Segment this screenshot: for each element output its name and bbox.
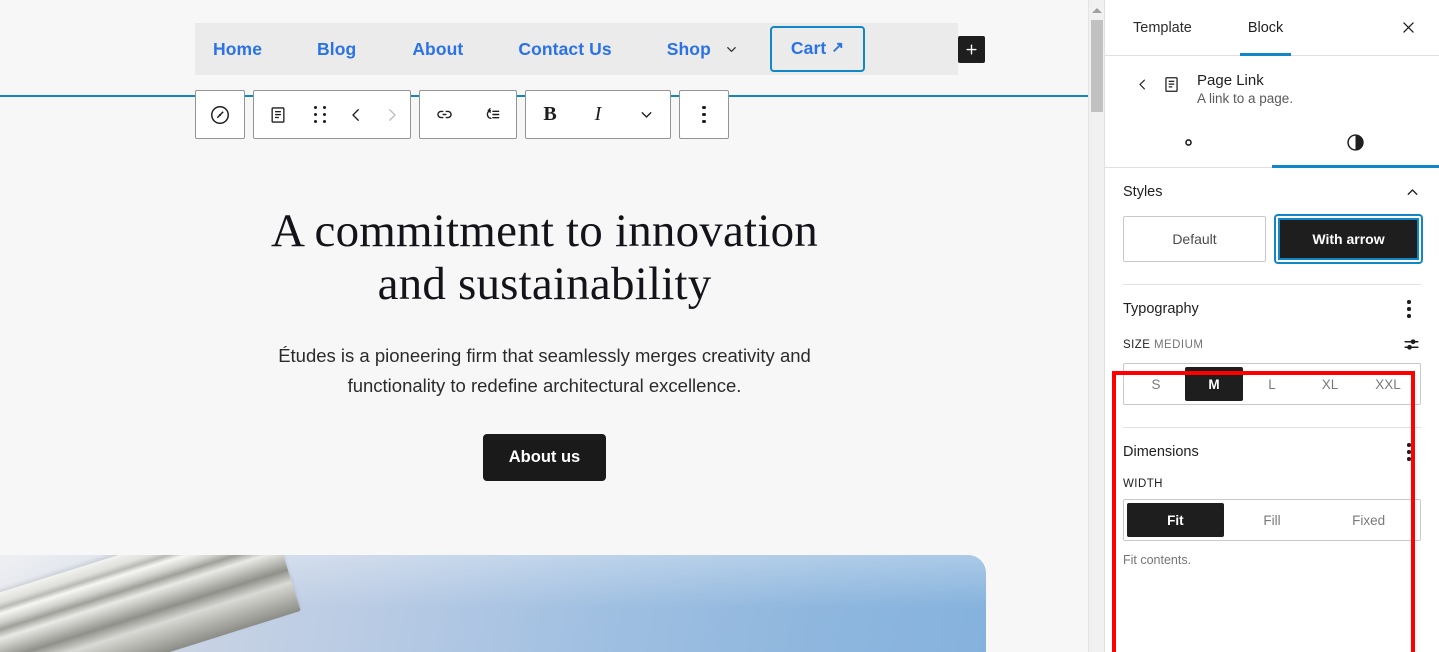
font-size-option-l[interactable]: L	[1243, 367, 1301, 401]
gear-icon	[1178, 132, 1199, 156]
tab-template[interactable]: Template	[1125, 0, 1200, 55]
bold-icon[interactable]: B	[526, 91, 574, 138]
move-left-icon[interactable]	[338, 91, 374, 138]
styles-section: Styles Default With arrow	[1105, 168, 1439, 284]
nav-link-about[interactable]: About	[412, 39, 463, 60]
about-us-button[interactable]: About us	[482, 434, 607, 482]
triangle-up-icon	[1092, 7, 1102, 13]
site-navigation-block[interactable]: Home Blog About Contact Us Shop Cart ↗	[195, 23, 958, 75]
toolbar-group-format: B I	[525, 90, 671, 139]
font-size-label-text: SIZE	[1123, 338, 1151, 351]
nav-link-cart[interactable]: Cart ↗	[769, 26, 865, 72]
tab-settings[interactable]	[1105, 120, 1272, 167]
bold-label: B	[543, 103, 557, 125]
typography-section-title: Typography	[1123, 301, 1199, 317]
page-link-icon	[1159, 72, 1183, 96]
style-variations: Default With arrow	[1123, 216, 1421, 284]
inspector-tab-bar	[1105, 120, 1439, 168]
kebab-glyph	[1407, 300, 1411, 318]
block-name: Page Link	[1197, 72, 1264, 89]
styles-panel-body: Styles Default With arrow Typography SIZ…	[1105, 168, 1439, 652]
styles-section-title: Styles	[1123, 184, 1163, 200]
tab-block[interactable]: Block	[1239, 0, 1292, 56]
font-size-value: MEDIUM	[1154, 338, 1204, 351]
toolbar-group-options	[679, 90, 729, 139]
italic-label: I	[594, 103, 602, 125]
scrollbar-thumb[interactable]	[1091, 20, 1103, 112]
nav-list: Home Blog About Contact Us Shop Cart ↗	[195, 23, 865, 75]
block-card: Page Link A link to a page.	[1105, 56, 1439, 120]
nav-link-contact-us[interactable]: Contact Us	[518, 39, 611, 60]
width-segmented-control[interactable]: Fit Fill Fixed	[1123, 499, 1421, 541]
nav-link-shop-label: Shop	[666, 38, 711, 59]
italic-icon[interactable]: I	[574, 91, 622, 138]
sidebar-tab-bar: Template Block	[1105, 0, 1439, 56]
drag-dots-icon[interactable]	[302, 91, 338, 138]
block-appender-button[interactable]	[958, 36, 985, 63]
drag-dots-glyph	[313, 106, 327, 123]
scrollbar-up-arrow[interactable]	[1089, 3, 1104, 17]
link-icon[interactable]	[420, 91, 468, 138]
nav-link-blog[interactable]: Blog	[317, 39, 356, 60]
font-size-option-xl[interactable]: XL	[1301, 367, 1359, 401]
width-label-row: WIDTH	[1123, 478, 1421, 490]
inspector-sidebar: Template Block Page Link A link to a pag…	[1104, 0, 1439, 652]
toolbar-group-parent	[195, 90, 245, 139]
add-submenu-icon[interactable]	[468, 91, 516, 138]
canvas-content: Home Blog About Contact Us Shop Cart ↗ B…	[0, 0, 1104, 652]
slider-settings-icon[interactable]	[1402, 335, 1421, 354]
dimensions-section: Dimensions WIDTH Fit Fill Fixed Fit cont…	[1105, 428, 1439, 583]
kebab-glyph	[1407, 443, 1411, 461]
styles-section-header[interactable]: Styles	[1123, 168, 1421, 216]
page-title: A commitment to innovation and sustainab…	[271, 205, 818, 310]
tab-styles[interactable]	[1272, 120, 1439, 168]
compass-icon[interactable]	[196, 91, 244, 138]
width-option-fit[interactable]: Fit	[1127, 503, 1224, 537]
nav-link-home[interactable]: Home	[213, 39, 262, 60]
dimensions-options-kebab-icon[interactable]	[1397, 440, 1421, 464]
chevron-up-icon[interactable]	[1404, 184, 1421, 201]
hero-section: A commitment to innovation and sustainab…	[0, 130, 1089, 482]
nav-link-shop[interactable]: Shop	[667, 39, 739, 60]
style-variation-with-arrow[interactable]: With arrow	[1276, 216, 1421, 262]
close-icon[interactable]	[1391, 11, 1425, 45]
arrow-up-right-icon: ↗	[831, 39, 844, 56]
font-size-option-xxl[interactable]: XXL	[1359, 367, 1417, 401]
kebab-glyph	[702, 105, 706, 124]
chevron-down-icon[interactable]	[622, 91, 670, 138]
nav-link-cart-label: Cart	[790, 38, 827, 58]
chevron-down-icon	[724, 42, 739, 57]
dimensions-section-title: Dimensions	[1123, 444, 1199, 460]
font-size-label: SIZE MEDIUM	[1123, 339, 1203, 351]
font-size-segmented-control[interactable]: S M L XL XXL	[1123, 363, 1421, 405]
move-right-icon	[374, 91, 410, 138]
font-size-label-row: SIZE MEDIUM	[1123, 335, 1421, 354]
editor-canvas[interactable]: Home Blog About Contact Us Shop Cart ↗ B…	[0, 0, 1104, 652]
hero-subtitle: Études is a pioneering firm that seamles…	[278, 345, 811, 397]
toolbar-group-block	[253, 90, 411, 139]
font-size-option-m[interactable]: M	[1185, 367, 1243, 401]
page-link-icon[interactable]	[254, 91, 302, 138]
hero-image	[0, 555, 986, 652]
typography-options-kebab-icon[interactable]	[1397, 297, 1421, 321]
canvas-scrollbar[interactable]	[1088, 0, 1104, 652]
block-meta: Page Link A link to a page.	[1197, 72, 1293, 108]
style-variation-default[interactable]: Default	[1123, 216, 1266, 262]
contrast-icon	[1345, 132, 1366, 156]
typography-section-header: Typography	[1123, 285, 1421, 333]
width-option-fill[interactable]: Fill	[1224, 503, 1321, 537]
width-label: WIDTH	[1123, 478, 1163, 490]
kebab-icon[interactable]	[680, 91, 728, 138]
block-toolbar[interactable]: B I	[195, 90, 729, 139]
chevron-left-icon[interactable]	[1131, 73, 1153, 95]
wordpress-site-editor: Home Blog About Contact Us Shop Cart ↗ B…	[0, 0, 1439, 652]
typography-section: Typography SIZE MEDIUM S M L XL XXL	[1105, 285, 1439, 427]
width-option-fixed[interactable]: Fixed	[1320, 503, 1417, 537]
width-help-text: Fit contents.	[1123, 553, 1192, 567]
toolbar-group-link	[419, 90, 517, 139]
dimensions-section-header: Dimensions	[1123, 428, 1421, 476]
font-size-option-s[interactable]: S	[1127, 367, 1185, 401]
block-description: A link to a page.	[1197, 91, 1294, 106]
